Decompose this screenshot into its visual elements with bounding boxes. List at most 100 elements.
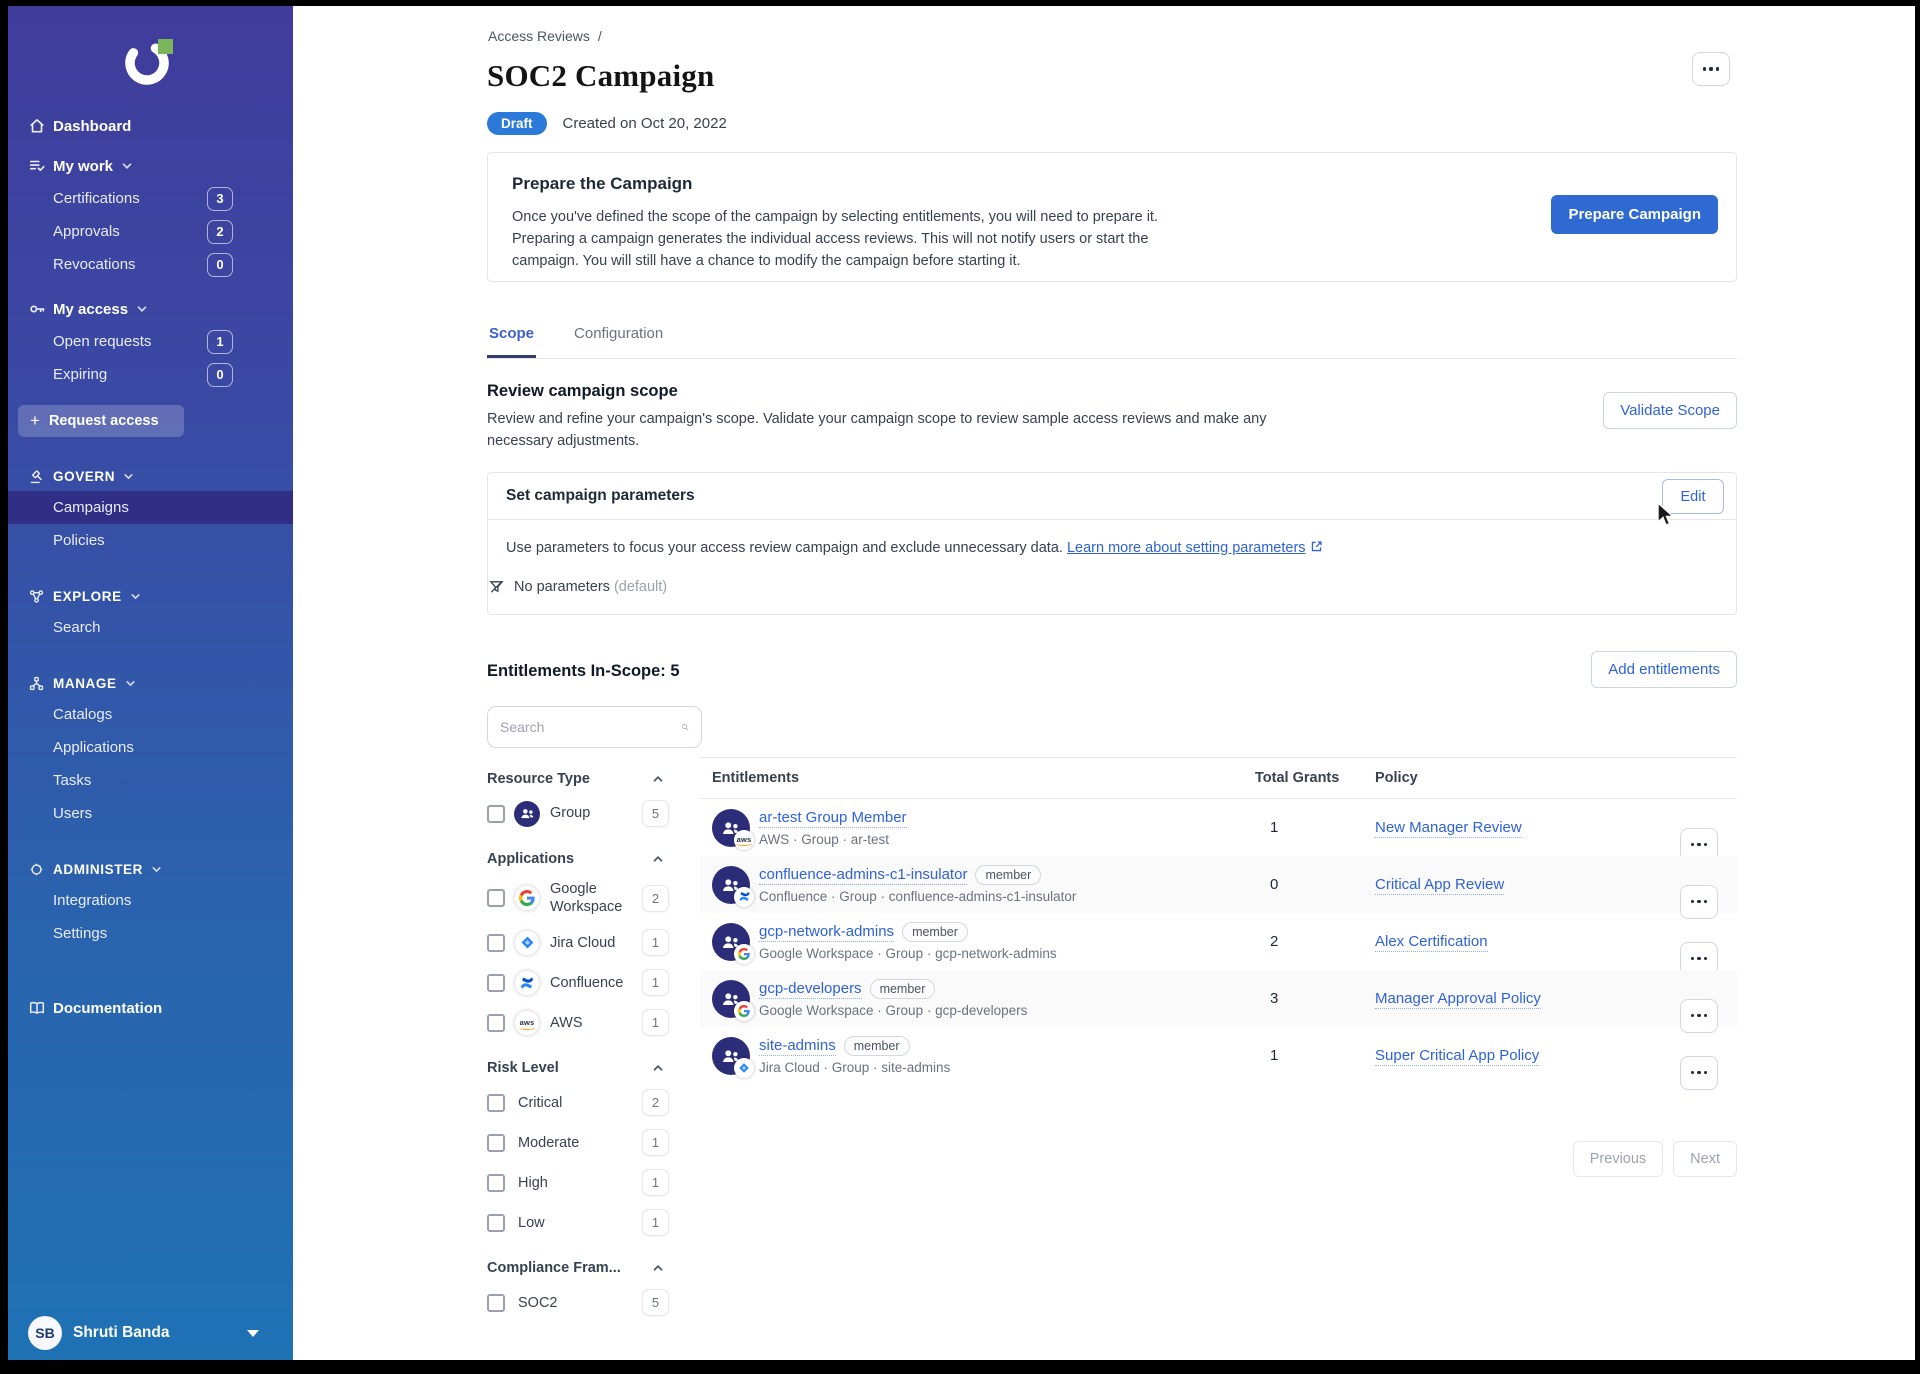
filter-item-moderate[interactable]: Moderate 1 xyxy=(487,1129,693,1157)
filter-panel: Resource Type Group 5 Applications Googl… xyxy=(487,757,693,1317)
sidebar-item-label: Open requests xyxy=(53,333,152,350)
prepare-campaign-button[interactable]: Prepare Campaign xyxy=(1551,195,1718,234)
previous-page-button[interactable]: Previous xyxy=(1572,1141,1664,1177)
sidebar-item-approvals[interactable]: Approvals 2 xyxy=(8,215,293,248)
user-menu[interactable]: SB Shruti Banda xyxy=(28,1316,273,1350)
policy-link[interactable]: New Manager Review xyxy=(1375,818,1522,838)
policy-link[interactable]: Super Critical App Policy xyxy=(1375,1046,1540,1066)
group-label: EXPLORE xyxy=(53,588,122,604)
sidebar-item-applications[interactable]: Applications xyxy=(8,731,293,764)
sidebar-item-catalogs[interactable]: Catalogs xyxy=(8,698,293,731)
sidebar-item-certifications[interactable]: Certifications 3 xyxy=(8,182,293,215)
tab-scope[interactable]: Scope xyxy=(487,317,537,358)
column-header-policy: Policy xyxy=(1375,770,1418,786)
sidebar-group-administer[interactable]: ADMINISTER xyxy=(8,854,293,884)
column-header-entitlements: Entitlements xyxy=(712,770,800,786)
sidebar-item-label: Integrations xyxy=(53,892,132,909)
filter-count-badge: 1 xyxy=(642,1129,669,1157)
filter-item-aws[interactable]: aws AWS 1 xyxy=(487,1009,693,1037)
chevron-up-icon[interactable] xyxy=(651,772,665,786)
entitlement-link[interactable]: gcp-developers xyxy=(759,980,862,999)
sidebar-item-integrations[interactable]: Integrations xyxy=(8,884,293,917)
filter-item-low[interactable]: Low 1 xyxy=(487,1209,693,1237)
prepare-card-title: Prepare the Campaign xyxy=(512,174,693,193)
filter-item-critical[interactable]: Critical 2 xyxy=(487,1089,693,1117)
created-date: Created on Oct 20, 2022 xyxy=(562,115,727,132)
pagination: Previous Next xyxy=(1572,1141,1737,1177)
filter-item-google-workspace[interactable]: Google Workspace 2 xyxy=(487,880,693,916)
no-parameters-text: No parameters xyxy=(514,578,610,595)
validate-scope-button[interactable]: Validate Scope xyxy=(1603,392,1737,429)
sidebar-item-label: Search xyxy=(53,619,101,636)
prepare-campaign-card: Prepare the Campaign Once you've defined… xyxy=(487,152,1737,282)
sidebar-item-settings[interactable]: Settings xyxy=(8,917,293,950)
policy-link[interactable]: Manager Approval Policy xyxy=(1375,989,1541,1009)
chevron-up-icon[interactable] xyxy=(651,1261,665,1275)
edit-parameters-button[interactable]: Edit xyxy=(1662,479,1724,514)
sidebar-item-revocations[interactable]: Revocations 0 xyxy=(8,248,293,281)
filter-item-group[interactable]: Group 5 xyxy=(487,800,693,827)
sidebar-item-expiring[interactable]: Expiring 0 xyxy=(8,358,293,391)
learn-more-link[interactable]: Learn more about setting parameters xyxy=(1067,540,1306,556)
entitlement-icon xyxy=(712,1036,754,1078)
sidebar-item-users[interactable]: Users xyxy=(8,797,293,830)
entitlement-link[interactable]: ar-test Group Member xyxy=(759,809,907,828)
sidebar-group-explore[interactable]: EXPLORE xyxy=(8,581,293,611)
add-entitlements-button[interactable]: Add entitlements xyxy=(1591,651,1737,688)
sidebar-group-manage[interactable]: MANAGE xyxy=(8,668,293,698)
entitlement-icon: aws xyxy=(712,808,754,850)
checkbox[interactable] xyxy=(487,1213,505,1232)
count-badge: 2 xyxy=(207,219,233,244)
sidebar-group-my-work[interactable]: My work xyxy=(8,150,293,182)
gavel-icon xyxy=(30,470,42,483)
chevron-up-icon[interactable] xyxy=(651,1061,665,1075)
gear-icon xyxy=(30,863,43,875)
policy-link[interactable]: Alex Certification xyxy=(1375,932,1488,952)
request-access-button[interactable]: + Request access xyxy=(18,405,184,437)
group-label: MANAGE xyxy=(53,675,117,691)
status-badge: Draft xyxy=(487,112,547,135)
checkbox[interactable] xyxy=(487,1133,505,1152)
entitlements-search[interactable] xyxy=(487,706,702,748)
checkbox[interactable] xyxy=(487,804,505,823)
filter-item-soc2[interactable]: SOC2 5 xyxy=(487,1289,693,1317)
policy-link[interactable]: Critical App Review xyxy=(1375,875,1505,895)
breadcrumb-link[interactable]: Access Reviews xyxy=(488,28,590,44)
checkbox[interactable] xyxy=(487,1013,505,1032)
checkbox[interactable] xyxy=(487,889,505,908)
sidebar-item-policies[interactable]: Policies xyxy=(8,524,293,557)
group-label: My work xyxy=(53,157,114,175)
sidebar-item-search[interactable]: Search xyxy=(8,611,293,644)
page-actions-button[interactable] xyxy=(1692,52,1730,86)
checkbox[interactable] xyxy=(487,1173,505,1192)
sidebar-item-open-requests[interactable]: Open requests 1 xyxy=(8,325,293,358)
next-page-button[interactable]: Next xyxy=(1673,1141,1737,1177)
tab-configuration[interactable]: Configuration xyxy=(572,317,665,358)
checkbox[interactable] xyxy=(487,973,505,992)
chevron-up-icon[interactable] xyxy=(651,852,665,866)
filter-count-badge: 5 xyxy=(642,800,669,827)
filter-group-risk-level: Risk Level xyxy=(487,1060,693,1076)
sidebar-item-label: Users xyxy=(53,805,93,822)
sidebar-item-campaigns[interactable]: Campaigns xyxy=(8,491,293,524)
search-input[interactable] xyxy=(500,719,681,735)
sidebar-item-documentation[interactable]: Documentation xyxy=(8,992,293,1024)
entitlement-link[interactable]: confluence-admins-c1-insulator xyxy=(759,866,968,885)
checkbox[interactable] xyxy=(487,933,505,952)
sidebar-item-dashboard[interactable]: Dashboard xyxy=(8,110,293,142)
filter-item-label: Google Workspace xyxy=(550,881,623,916)
member-badge: member xyxy=(975,865,1042,885)
sidebar-group-my-access[interactable]: My access xyxy=(8,293,293,325)
filter-count-badge: 1 xyxy=(642,1169,669,1197)
sidebar-item-tasks[interactable]: Tasks xyxy=(8,764,293,797)
checkbox[interactable] xyxy=(487,1293,505,1312)
filter-item-jira-cloud[interactable]: Jira Cloud 1 xyxy=(487,929,693,957)
sidebar-group-govern[interactable]: GOVERN xyxy=(8,461,293,491)
filter-item-confluence[interactable]: Confluence 1 xyxy=(487,969,693,997)
entitlements-section-title: Entitlements In-Scope: 5 xyxy=(487,662,680,680)
entitlement-link[interactable]: gcp-network-admins xyxy=(759,923,895,942)
checkbox[interactable] xyxy=(487,1093,505,1112)
row-actions-button[interactable] xyxy=(1680,1055,1718,1090)
filter-item-high[interactable]: High 1 xyxy=(487,1169,693,1197)
entitlement-link[interactable]: site-admins xyxy=(759,1037,836,1056)
